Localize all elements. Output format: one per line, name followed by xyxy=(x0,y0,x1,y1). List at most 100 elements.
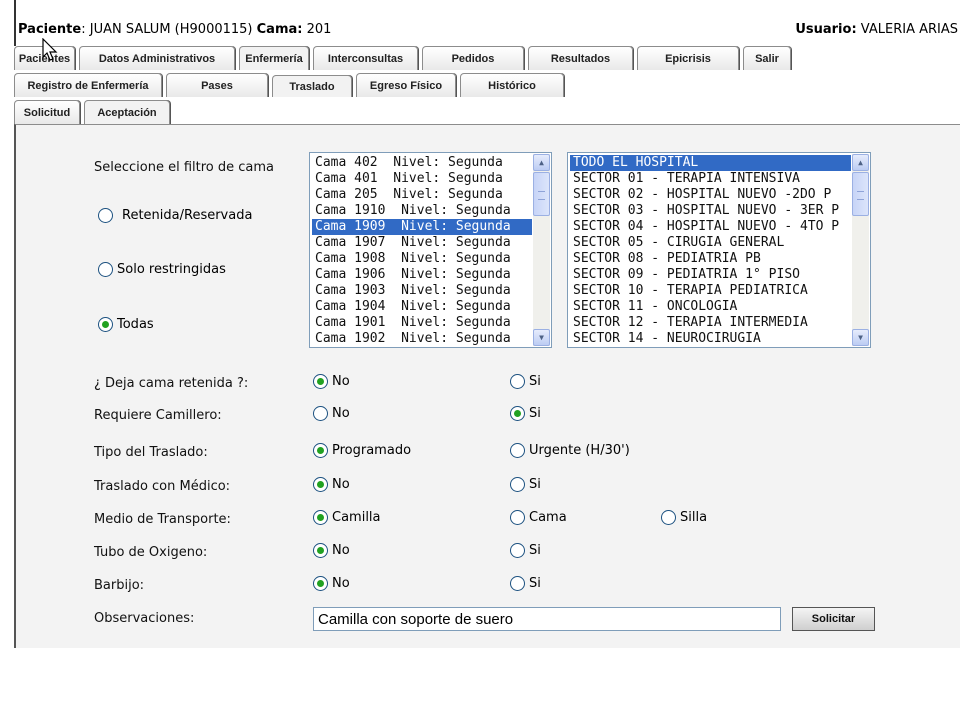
main-tabs: Pacientes Datos Administrativos Enfermer… xyxy=(14,46,960,70)
observations-label: Observaciones: xyxy=(94,611,195,626)
tab-enfermeria[interactable]: Enfermería xyxy=(239,46,309,70)
scroll-thumb[interactable] xyxy=(533,172,550,216)
bed-option[interactable]: Cama 401 Nivel: Segunda xyxy=(312,171,532,187)
bed-option[interactable]: Cama 1901 Nivel: Segunda xyxy=(312,315,532,331)
radio-icon xyxy=(313,477,328,492)
question-1-option-radio[interactable]: Si xyxy=(510,406,541,421)
question-0-option-radio[interactable]: No xyxy=(313,374,350,389)
radio-icon xyxy=(510,374,525,389)
radio-icon xyxy=(313,510,328,525)
question-label: Traslado con Médico: xyxy=(94,479,231,494)
filter-option-label: Solo restringidas xyxy=(117,262,226,277)
question-3-option-radio[interactable]: No xyxy=(313,477,350,492)
radio-icon xyxy=(313,576,328,591)
question-0-option-radio[interactable]: Si xyxy=(510,374,541,389)
filter-radio-restringidas[interactable]: Solo restringidas xyxy=(98,262,226,277)
tab-pases[interactable]: Pases xyxy=(166,73,268,97)
radio-icon xyxy=(510,576,525,591)
bed-option[interactable]: Cama 1904 Nivel: Segunda xyxy=(312,299,532,315)
question-label: Tipo del Traslado: xyxy=(94,445,208,460)
sector-option[interactable]: SECTOR 11 - ONCOLOGIA xyxy=(570,299,851,315)
filter-radio-todas[interactable]: Todas xyxy=(98,317,154,332)
sector-option[interactable]: SECTOR 03 - HOSPITAL NUEVO - 3ER P xyxy=(570,203,851,219)
enfermeria-tabs: Registro de Enfermería Pases Traslado Eg… xyxy=(14,73,960,97)
tab-solicitud[interactable]: Solicitud xyxy=(14,100,80,124)
tab-registro-enfermeria[interactable]: Registro de Enfermería xyxy=(14,73,162,97)
tab-datos-administrativos[interactable]: Datos Administrativos xyxy=(79,46,235,70)
question-1-option-radio[interactable]: No xyxy=(313,406,350,421)
scroll-down-icon[interactable]: ▼ xyxy=(852,329,869,346)
bed-option[interactable]: Cama 1910 Nivel: Segunda xyxy=(312,203,532,219)
bed-option[interactable]: Cama 402 Nivel: Segunda xyxy=(312,155,532,171)
sector-option[interactable]: SECTOR 12 - TERAPIA INTERMEDIA xyxy=(570,315,851,331)
scroll-down-icon[interactable]: ▼ xyxy=(533,329,550,346)
tab-interconsultas[interactable]: Interconsultas xyxy=(313,46,418,70)
sector-option[interactable]: TODO EL HOSPITAL xyxy=(570,155,851,171)
tab-pedidos[interactable]: Pedidos xyxy=(422,46,524,70)
radio-icon xyxy=(98,262,113,277)
radio-icon xyxy=(313,374,328,389)
sector-option[interactable]: SECTOR 08 - PEDIATRIA PB xyxy=(570,251,851,267)
filter-option-label: Retenida/Reservada xyxy=(122,208,253,223)
radio-option-label: Programado xyxy=(332,443,412,458)
radio-icon xyxy=(313,543,328,558)
tab-aceptacion[interactable]: Aceptación xyxy=(84,100,170,124)
radio-icon xyxy=(98,208,113,223)
filter-label: Seleccione el filtro de cama xyxy=(94,160,275,175)
bed-option[interactable]: Cama 1908 Nivel: Segunda xyxy=(312,251,532,267)
bed-option[interactable]: Cama 1909 Nivel: Segunda xyxy=(312,219,532,235)
bed-option[interactable]: Cama 1906 Nivel: Segunda xyxy=(312,267,532,283)
scroll-thumb[interactable] xyxy=(852,172,869,216)
tab-historico[interactable]: Histórico xyxy=(460,73,564,97)
question-5-option-radio[interactable]: No xyxy=(313,543,350,558)
tab-traslado[interactable]: Traslado xyxy=(272,75,352,97)
sector-option[interactable]: SECTOR 04 - HOSPITAL NUEVO - 4TO P xyxy=(570,219,851,235)
radio-icon xyxy=(98,317,113,332)
radio-icon xyxy=(510,477,525,492)
question-3-option-radio[interactable]: Si xyxy=(510,477,541,492)
mouse-cursor-icon xyxy=(42,38,58,61)
scroll-up-icon[interactable]: ▲ xyxy=(533,154,550,171)
user-info: Usuario: VALERIA ARIAS xyxy=(795,22,958,37)
radio-option-label: No xyxy=(332,406,350,421)
question-6-option-radio[interactable]: Si xyxy=(510,576,541,591)
question-2-option-radio[interactable]: Programado xyxy=(313,443,411,458)
tab-resultados[interactable]: Resultados xyxy=(528,46,633,70)
sector-listbox[interactable]: TODO EL HOSPITAL SECTOR 01 - TERAPIA INTE… xyxy=(567,152,871,348)
question-4-option-radio[interactable]: Silla xyxy=(661,510,707,525)
sector-option[interactable]: SECTOR 02 - HOSPITAL NUEVO -2DO P xyxy=(570,187,851,203)
question-2-option-radio[interactable]: Urgente (H/30') xyxy=(510,443,630,458)
sector-option[interactable]: SECTOR 14 - NEUROCIRUGIA xyxy=(570,331,851,347)
question-4-option-radio[interactable]: Cama xyxy=(510,510,567,525)
tab-epicrisis[interactable]: Epicrisis xyxy=(637,46,739,70)
tab-egreso-fisico[interactable]: Egreso Físico xyxy=(356,73,456,97)
bed-option[interactable]: Cama 1902 Nivel: Segunda xyxy=(312,331,532,347)
bed-listbox[interactable]: Cama 402 Nivel: Segunda Cama 401 Nivel: S… xyxy=(309,152,552,348)
radio-option-label: No xyxy=(332,543,350,558)
solicitar-button[interactable]: Solicitar xyxy=(792,607,875,631)
radio-icon xyxy=(313,406,328,421)
sector-option[interactable]: SECTOR 10 - TERAPIA PEDIATRICA xyxy=(570,283,851,299)
filter-radio-retenida[interactable]: Retenida/Reservada xyxy=(98,208,252,223)
bed-option[interactable]: Cama 205 Nivel: Segunda xyxy=(312,187,532,203)
observations-input[interactable] xyxy=(313,607,781,631)
sector-option[interactable]: SECTOR 01 - TERAPIA INTENSIVA xyxy=(570,171,851,187)
radio-option-label: Si xyxy=(529,543,541,558)
bed-listbox-scrollbar[interactable]: ▲ ▼ xyxy=(533,154,550,346)
bed-label: Cama: xyxy=(256,22,303,37)
question-4-option-radio[interactable]: Camilla xyxy=(313,510,381,525)
question-6-option-radio[interactable]: No xyxy=(313,576,350,591)
radio-icon xyxy=(510,510,525,525)
sector-option[interactable]: SECTOR 05 - CIRUGIA GENERAL xyxy=(570,235,851,251)
tab-salir[interactable]: Salir xyxy=(743,46,791,70)
bed-option[interactable]: Cama 1907 Nivel: Segunda xyxy=(312,235,532,251)
question-label: Requiere Camillero: xyxy=(94,408,222,423)
bed-value: 201 xyxy=(302,22,332,37)
patient-label: Paciente xyxy=(18,22,82,37)
question-5-option-radio[interactable]: Si xyxy=(510,543,541,558)
bed-option[interactable]: Cama 1903 Nivel: Segunda xyxy=(312,283,532,299)
scroll-up-icon[interactable]: ▲ xyxy=(852,154,869,171)
user-label: Usuario: xyxy=(795,22,857,37)
sector-listbox-scrollbar[interactable]: ▲ ▼ xyxy=(852,154,869,346)
sector-option[interactable]: SECTOR 09 - PEDIATRIA 1° PISO xyxy=(570,267,851,283)
